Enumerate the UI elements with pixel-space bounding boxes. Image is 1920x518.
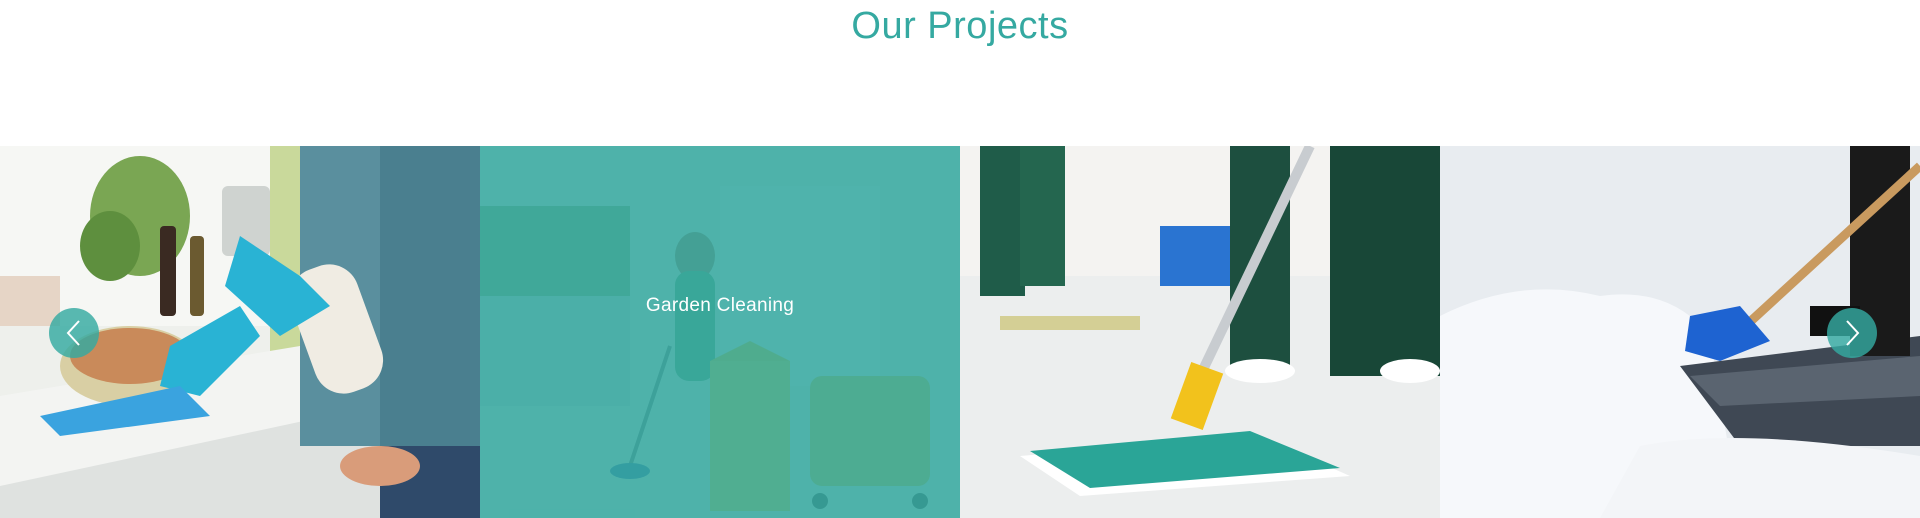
project-slide-3[interactable] — [960, 146, 1440, 518]
section-title: Our Projects — [851, 5, 1069, 47]
floor-mopping-image — [960, 146, 1440, 518]
slide-hover-overlay: Garden Cleaning — [480, 146, 960, 518]
slider-next-button[interactable] — [1827, 308, 1877, 358]
projects-slider: Garden Cleaning — [0, 146, 1920, 518]
project-slide-2[interactable]: Garden Cleaning — [480, 146, 960, 518]
chevron-left-icon — [66, 320, 80, 346]
chevron-right-icon — [1846, 320, 1860, 346]
slider-prev-button[interactable] — [49, 308, 99, 358]
project-caption[interactable]: Garden Cleaning — [646, 295, 794, 317]
